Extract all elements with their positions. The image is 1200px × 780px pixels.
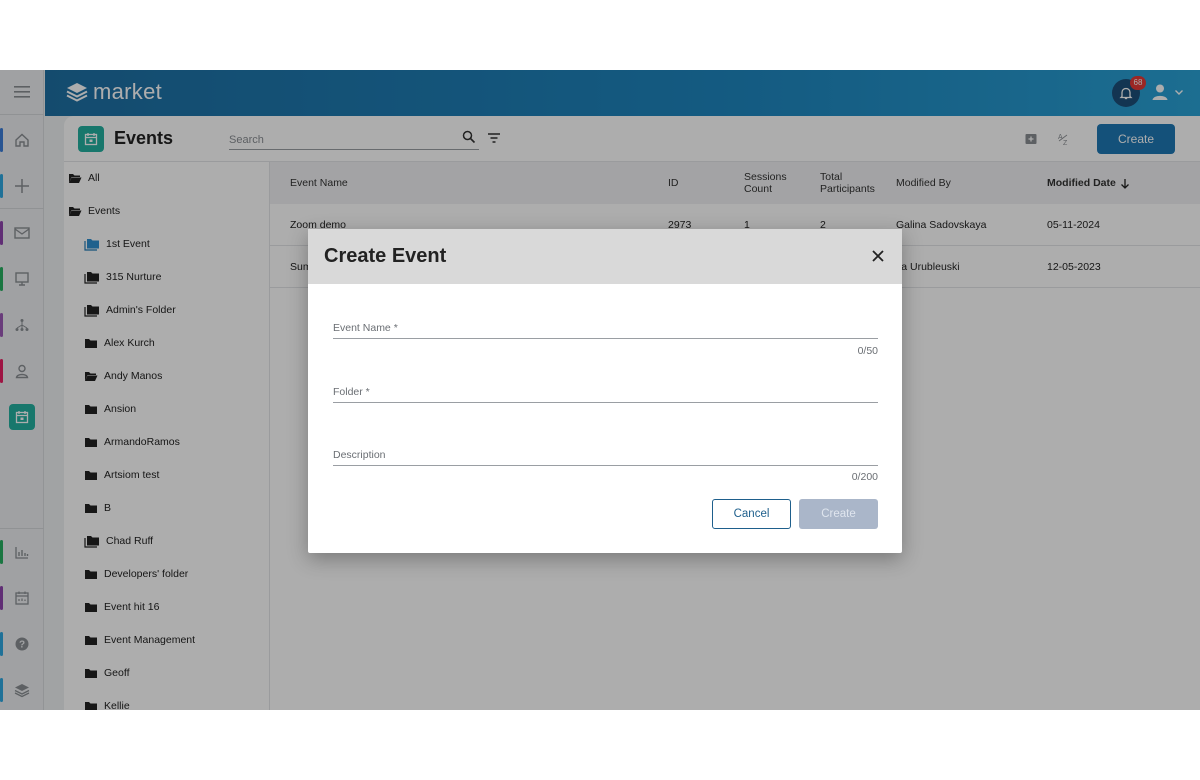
cancel-button[interactable]: Cancel bbox=[712, 499, 791, 529]
close-button[interactable] bbox=[868, 246, 888, 266]
create-event-dialog: Create Event Event Name * 0/50 Folder * … bbox=[308, 229, 902, 553]
description-field[interactable]: Description bbox=[333, 446, 878, 466]
event-name-input[interactable] bbox=[333, 319, 878, 339]
app-frame: ? market 68 Events Search A Z Create All… bbox=[0, 70, 1200, 710]
dialog-title: Create Event bbox=[324, 245, 447, 267]
event-name-field[interactable]: Event Name * bbox=[333, 319, 878, 339]
folder-input[interactable] bbox=[333, 383, 878, 403]
folder-field[interactable]: Folder * bbox=[333, 383, 878, 403]
close-icon bbox=[872, 250, 884, 262]
description-counter: 0/200 bbox=[851, 471, 878, 483]
description-input[interactable] bbox=[333, 446, 878, 466]
create-button[interactable]: Create bbox=[799, 499, 878, 529]
event-name-counter: 0/50 bbox=[857, 345, 878, 357]
dialog-header: Create Event bbox=[308, 229, 902, 284]
